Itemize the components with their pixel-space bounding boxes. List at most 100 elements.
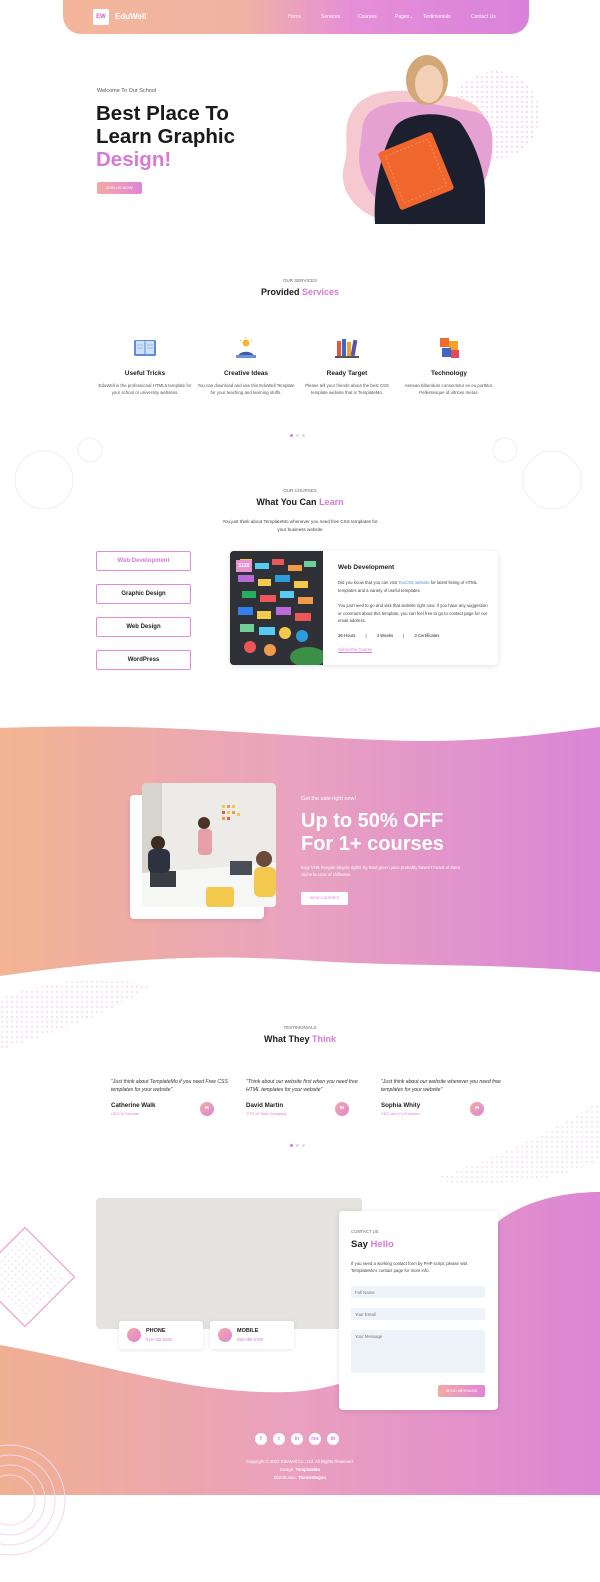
pagination-dot[interactable] xyxy=(290,1144,293,1147)
view-courses-button[interactable]: VIEW COURSES xyxy=(301,892,348,905)
promo-title: Up to 50% OFF For 1+ courses xyxy=(301,810,444,856)
hero-kicker: Welcome To Our School xyxy=(97,88,157,94)
books-icon xyxy=(335,339,359,358)
course-certificates: 3 Certificates xyxy=(414,633,440,638)
services-title: Provided Services xyxy=(0,287,600,297)
testimonials-pagination xyxy=(290,1144,305,1147)
twitter-icon[interactable]: t xyxy=(273,1433,285,1445)
course-weeks: 4 Weeks xyxy=(376,633,394,638)
social-links: f t in rss dr xyxy=(255,1433,339,1445)
nav-courses[interactable]: Courses xyxy=(358,14,395,20)
facebook-icon[interactable]: f xyxy=(255,1433,267,1445)
nav-pages-label: Pages xyxy=(395,14,410,20)
course-card-paragraph-1-start: Did you know that you can visit xyxy=(338,580,399,585)
service-title: Useful Tricks xyxy=(124,370,166,377)
mobile-label: MOBILE xyxy=(237,1328,259,1334)
testimonial-role: CEO & Founder xyxy=(111,1111,140,1116)
nav-home[interactable]: Home xyxy=(288,14,321,20)
phone-icon xyxy=(127,1328,141,1342)
hero-illustration xyxy=(342,55,493,225)
course-card-paragraph-1: Did you know that you can visit TooCSS w… xyxy=(338,579,488,594)
service-title: Ready Target xyxy=(326,370,368,377)
toocss-link[interactable]: TooCSS website xyxy=(398,580,430,585)
message-textarea[interactable] xyxy=(351,1330,485,1373)
service-item: Useful Tricks EduWell is the professiona… xyxy=(95,337,195,396)
price-badge: $128 xyxy=(236,560,252,572)
chevron-down-icon: ⌄ xyxy=(409,14,414,20)
service-item: Creative Ideas You can download and use … xyxy=(196,337,296,396)
services-title-main: Provided xyxy=(260,287,300,297)
brand-name[interactable]: EduWell xyxy=(115,12,146,21)
testimonial-item: "Just think about TemplateMo if you need… xyxy=(111,1078,236,1116)
quote-icon: ❞ xyxy=(335,1102,349,1116)
book-icon xyxy=(134,340,156,356)
send-message-button[interactable]: SEND MESSAGE xyxy=(438,1385,485,1397)
contact-form: CONTACT US Say Hello If you need a worki… xyxy=(339,1211,498,1410)
courses-description-line1: You just think about TemplateMo whenever… xyxy=(222,519,378,524)
hero-title-line1: Best Place To xyxy=(96,102,229,125)
testimonial-name: Catherine Walk xyxy=(111,1102,156,1109)
courses-kicker: OUR COURSES xyxy=(283,488,317,493)
design-credit-label: Design: xyxy=(279,1467,295,1472)
hero-title-line2: Learn Graphic xyxy=(96,125,235,148)
stat-divider: | xyxy=(403,633,405,638)
courses-title: What You Can Learn xyxy=(0,497,600,507)
full-name-input[interactable] xyxy=(351,1286,485,1298)
tab-wordpress[interactable]: WordPress xyxy=(96,650,191,670)
pagination-dot[interactable] xyxy=(290,434,293,437)
courses-title-main: What You Can xyxy=(256,497,317,507)
map-embed[interactable] xyxy=(96,1198,362,1329)
courses-title-highlight: Learn xyxy=(319,497,344,507)
testimonial-quote: "Just think about TemplateMo if you need… xyxy=(111,1079,228,1093)
mobile-value[interactable]: 090-080-0760 xyxy=(237,1337,263,1342)
contact-title-highlight: Hello xyxy=(370,1239,394,1250)
tab-graphic-design[interactable]: Graphic Design xyxy=(96,584,191,604)
subscribe-course-link[interactable]: Subscribe Course xyxy=(338,647,372,652)
hero-face xyxy=(415,65,443,103)
service-item: Ready Target Please tell your friends ab… xyxy=(297,337,397,396)
service-title: Creative Ideas xyxy=(223,370,269,377)
templatemo-link[interactable]: TemplateMo xyxy=(296,1467,321,1472)
distribution-credit-label: Distribution: xyxy=(274,1475,297,1480)
pagination-dot[interactable] xyxy=(302,434,305,437)
testimonials-title-main: What They xyxy=(263,1034,310,1044)
service-text: EduWell is the professional HTML5 templa… xyxy=(98,383,192,395)
linkedin-icon[interactable]: in xyxy=(291,1433,303,1445)
promo-text: Kogi VHS freegan bicycle rights try-hard… xyxy=(301,865,460,877)
stat-divider: | xyxy=(365,633,367,638)
themewagon-link[interactable]: ThemeWagon xyxy=(298,1475,326,1480)
nav-testimonials[interactable]: Testimonials xyxy=(423,14,471,20)
testimonial-quote: "Think about our website first when you … xyxy=(246,1079,358,1093)
email-input[interactable] xyxy=(351,1308,485,1320)
testimonial-name: David Martin xyxy=(246,1102,284,1109)
contact-kicker: CONTACT US xyxy=(351,1229,379,1234)
promo-title-line1: Up to 50% OFF xyxy=(301,810,444,832)
phone-card: PHONE 010-020-0340 xyxy=(119,1321,203,1349)
nav-services[interactable]: Services xyxy=(321,14,358,20)
join-us-button[interactable]: JOIN US NOW! xyxy=(97,182,142,194)
promo-kicker: Get the sale right now! xyxy=(301,796,357,802)
logo-mark[interactable]: EW xyxy=(93,9,109,25)
testimonial-item: "Think about our website first when you … xyxy=(246,1078,371,1116)
course-stats: 36 Hours | 4 Weeks | 3 Certificates xyxy=(338,633,439,638)
testimonial-item: "Just think about our website wherever y… xyxy=(381,1078,506,1116)
nav-pages[interactable]: Pages⌄ xyxy=(395,14,423,20)
services-kicker: OUR SERVICES xyxy=(283,278,317,283)
tab-web-development[interactable]: Web Development xyxy=(96,551,191,571)
course-card: $128 Web Development Did you know that y… xyxy=(230,551,498,665)
pagination-dot[interactable] xyxy=(302,1144,305,1147)
tab-web-design[interactable]: Web Design xyxy=(96,617,191,637)
dribbble-icon[interactable]: dr xyxy=(327,1433,339,1445)
copyright: Copyright © 2022 EduWell Co., Ltd. All R… xyxy=(246,1459,354,1464)
rss-icon[interactable]: rss xyxy=(309,1433,321,1445)
pagination-dot[interactable] xyxy=(296,434,299,437)
testimonial-name: Sophia Whity xyxy=(381,1102,421,1109)
phone-value[interactable]: 010-020-0340 xyxy=(146,1337,172,1342)
services-title-highlight: Services xyxy=(301,287,340,297)
course-hours: 36 Hours xyxy=(338,633,356,638)
promo-photo xyxy=(142,783,276,907)
promo-title-line2: For 1+ courses xyxy=(301,833,444,855)
hero-title: Best Place To Learn Graphic Design! xyxy=(96,102,235,171)
pagination-dot[interactable] xyxy=(296,1144,299,1147)
nav-contact[interactable]: Contact Us xyxy=(471,14,496,20)
